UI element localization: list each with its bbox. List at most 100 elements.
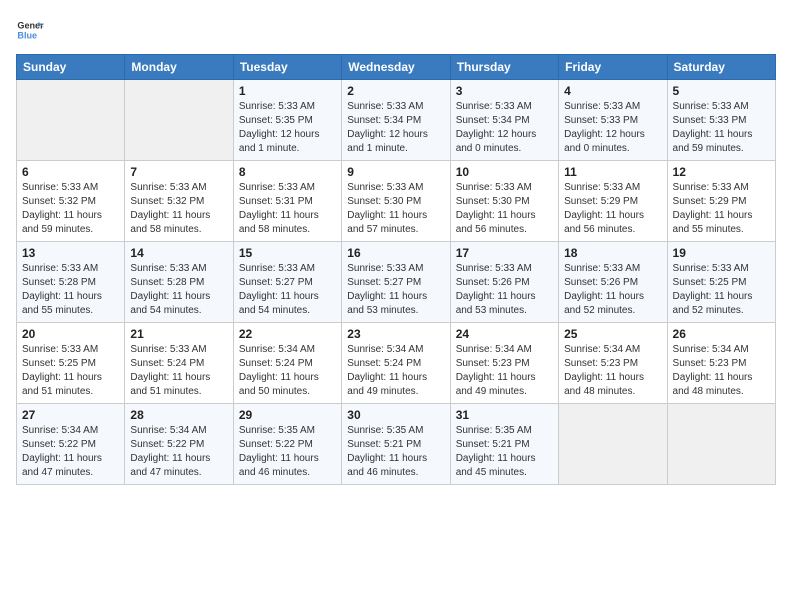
calendar-week-row: 1Sunrise: 5:33 AMSunset: 5:35 PMDaylight… xyxy=(17,80,776,161)
calendar-cell: 10Sunrise: 5:33 AMSunset: 5:30 PMDayligh… xyxy=(450,161,558,242)
day-info: Sunrise: 5:34 AMSunset: 5:23 PMDaylight:… xyxy=(564,343,661,399)
weekday-header-cell: Friday xyxy=(559,55,667,80)
day-number: 20 xyxy=(22,327,119,341)
calendar-cell: 13 Sunrise: 5:33 AMSunset: 5:28 PMDayligh… xyxy=(17,242,125,323)
calendar-cell: 15Sunrise: 5:33 AMSunset: 5:27 PMDayligh… xyxy=(233,242,341,323)
day-number: 16 xyxy=(347,246,444,260)
day-info: Sunrise: 5:34 AMSunset: 5:22 PMDaylight:… xyxy=(130,424,227,480)
day-info: Sunrise: 5:33 AMSunset: 5:34 PMDaylight:… xyxy=(347,100,444,156)
calendar-cell: 4 Sunrise: 5:33 AMSunset: 5:33 PMDaylight… xyxy=(559,80,667,161)
day-number: 21 xyxy=(130,327,227,341)
calendar-cell: 12Sunrise: 5:33 AMSunset: 5:29 PMDayligh… xyxy=(667,161,775,242)
day-info: Sunrise: 5:33 AMSunset: 5:25 PMDaylight:… xyxy=(673,262,770,318)
calendar-cell xyxy=(559,404,667,485)
calendar-week-row: 13 Sunrise: 5:33 AMSunset: 5:28 PMDayligh… xyxy=(17,242,776,323)
day-info: Sunrise: 5:34 AMSunset: 5:22 PMDaylight:… xyxy=(22,424,119,480)
day-info: Sunrise: 5:33 AMSunset: 5:27 PMDaylight:… xyxy=(239,262,336,318)
weekday-header-cell: Saturday xyxy=(667,55,775,80)
calendar-cell: 16 Sunrise: 5:33 AMSunset: 5:27 PMDayligh… xyxy=(342,242,450,323)
calendar-cell: 24 Sunrise: 5:34 AMSunset: 5:23 PMDayligh… xyxy=(450,323,558,404)
calendar-cell: 14 Sunrise: 5:33 AMSunset: 5:28 PMDayligh… xyxy=(125,242,233,323)
calendar-cell: 11 Sunrise: 5:33 AMSunset: 5:29 PMDayligh… xyxy=(559,161,667,242)
calendar-cell: 20 Sunrise: 5:33 AMSunset: 5:25 PMDayligh… xyxy=(17,323,125,404)
day-info: Sunrise: 5:34 AMSunset: 5:23 PMDaylight:… xyxy=(456,343,553,399)
day-info: Sunrise: 5:33 AMSunset: 5:29 PMDaylight:… xyxy=(564,181,661,237)
calendar-cell: 18 Sunrise: 5:33 AMSunset: 5:26 PMDayligh… xyxy=(559,242,667,323)
day-number: 11 xyxy=(564,165,661,179)
day-number: 2 xyxy=(347,84,444,98)
day-info: Sunrise: 5:33 AMSunset: 5:33 PMDaylight:… xyxy=(673,100,770,156)
calendar-body: 1Sunrise: 5:33 AMSunset: 5:35 PMDaylight… xyxy=(17,80,776,485)
day-number: 27 xyxy=(22,408,119,422)
svg-text:Blue: Blue xyxy=(17,30,37,40)
day-info: Sunrise: 5:33 AMSunset: 5:28 PMDaylight:… xyxy=(130,262,227,318)
calendar-cell: 1Sunrise: 5:33 AMSunset: 5:35 PMDaylight… xyxy=(233,80,341,161)
calendar-cell: 7 Sunrise: 5:33 AMSunset: 5:32 PMDaylight… xyxy=(125,161,233,242)
day-number: 24 xyxy=(456,327,553,341)
calendar-cell: 29 Sunrise: 5:35 AMSunset: 5:22 PMDayligh… xyxy=(233,404,341,485)
calendar-cell: 8 Sunrise: 5:33 AMSunset: 5:31 PMDaylight… xyxy=(233,161,341,242)
weekday-header-cell: Wednesday xyxy=(342,55,450,80)
day-info: Sunrise: 5:33 AMSunset: 5:33 PMDaylight:… xyxy=(564,100,661,156)
day-number: 26 xyxy=(673,327,770,341)
svg-text:General: General xyxy=(17,21,44,31)
calendar-cell: 27 Sunrise: 5:34 AMSunset: 5:22 PMDayligh… xyxy=(17,404,125,485)
day-info: Sunrise: 5:33 AMSunset: 5:27 PMDaylight:… xyxy=(347,262,444,318)
calendar-cell: 31Sunrise: 5:35 AMSunset: 5:21 PMDayligh… xyxy=(450,404,558,485)
day-number: 25 xyxy=(564,327,661,341)
day-info: Sunrise: 5:35 AMSunset: 5:21 PMDaylight:… xyxy=(347,424,444,480)
day-info: Sunrise: 5:35 AMSunset: 5:22 PMDaylight:… xyxy=(239,424,336,480)
day-number: 14 xyxy=(130,246,227,260)
day-number: 6 xyxy=(22,165,119,179)
day-number: 3 xyxy=(456,84,553,98)
day-number: 17 xyxy=(456,246,553,260)
calendar-cell xyxy=(667,404,775,485)
calendar-cell: 19 Sunrise: 5:33 AMSunset: 5:25 PMDayligh… xyxy=(667,242,775,323)
day-info: Sunrise: 5:33 AMSunset: 5:24 PMDaylight:… xyxy=(130,343,227,399)
calendar-cell: 25 Sunrise: 5:34 AMSunset: 5:23 PMDayligh… xyxy=(559,323,667,404)
day-info: Sunrise: 5:34 AMSunset: 5:24 PMDaylight:… xyxy=(239,343,336,399)
calendar-cell: 22 Sunrise: 5:34 AMSunset: 5:24 PMDayligh… xyxy=(233,323,341,404)
day-number: 12 xyxy=(673,165,770,179)
calendar-cell: 17Sunrise: 5:33 AMSunset: 5:26 PMDayligh… xyxy=(450,242,558,323)
calendar-cell: 30Sunrise: 5:35 AMSunset: 5:21 PMDayligh… xyxy=(342,404,450,485)
logo-icon: General Blue xyxy=(16,16,44,44)
day-info: Sunrise: 5:35 AMSunset: 5:21 PMDaylight:… xyxy=(456,424,553,480)
day-number: 19 xyxy=(673,246,770,260)
calendar-week-row: 6 Sunrise: 5:33 AMSunset: 5:32 PMDaylight… xyxy=(17,161,776,242)
calendar-cell: 5 Sunrise: 5:33 AMSunset: 5:33 PMDaylight… xyxy=(667,80,775,161)
day-number: 10 xyxy=(456,165,553,179)
weekday-header-cell: Tuesday xyxy=(233,55,341,80)
day-number: 7 xyxy=(130,165,227,179)
day-info: Sunrise: 5:33 AMSunset: 5:32 PMDaylight:… xyxy=(130,181,227,237)
weekday-header-row: SundayMondayTuesdayWednesdayThursdayFrid… xyxy=(17,55,776,80)
day-info: Sunrise: 5:34 AMSunset: 5:23 PMDaylight:… xyxy=(673,343,770,399)
day-number: 28 xyxy=(130,408,227,422)
calendar-cell: 28 Sunrise: 5:34 AMSunset: 5:22 PMDayligh… xyxy=(125,404,233,485)
day-number: 4 xyxy=(564,84,661,98)
page-header: General Blue xyxy=(16,16,776,44)
calendar-cell: 9 Sunrise: 5:33 AMSunset: 5:30 PMDaylight… xyxy=(342,161,450,242)
day-info: Sunrise: 5:33 AMSunset: 5:28 PMDaylight:… xyxy=(22,262,119,318)
calendar-table: SundayMondayTuesdayWednesdayThursdayFrid… xyxy=(16,54,776,485)
day-number: 8 xyxy=(239,165,336,179)
day-number: 5 xyxy=(673,84,770,98)
day-number: 22 xyxy=(239,327,336,341)
day-number: 9 xyxy=(347,165,444,179)
day-number: 29 xyxy=(239,408,336,422)
day-number: 18 xyxy=(564,246,661,260)
calendar-cell: 2 Sunrise: 5:33 AMSunset: 5:34 PMDaylight… xyxy=(342,80,450,161)
weekday-header-cell: Monday xyxy=(125,55,233,80)
day-info: Sunrise: 5:33 AMSunset: 5:26 PMDaylight:… xyxy=(564,262,661,318)
calendar-cell xyxy=(17,80,125,161)
day-info: Sunrise: 5:33 AMSunset: 5:31 PMDaylight:… xyxy=(239,181,336,237)
day-number: 23 xyxy=(347,327,444,341)
day-info: Sunrise: 5:33 AMSunset: 5:32 PMDaylight:… xyxy=(22,181,119,237)
calendar-week-row: 27 Sunrise: 5:34 AMSunset: 5:22 PMDayligh… xyxy=(17,404,776,485)
weekday-header-cell: Sunday xyxy=(17,55,125,80)
calendar-cell xyxy=(125,80,233,161)
day-info: Sunrise: 5:33 AMSunset: 5:30 PMDaylight:… xyxy=(347,181,444,237)
calendar-week-row: 20 Sunrise: 5:33 AMSunset: 5:25 PMDayligh… xyxy=(17,323,776,404)
day-number: 13 xyxy=(22,246,119,260)
day-info: Sunrise: 5:33 AMSunset: 5:25 PMDaylight:… xyxy=(22,343,119,399)
